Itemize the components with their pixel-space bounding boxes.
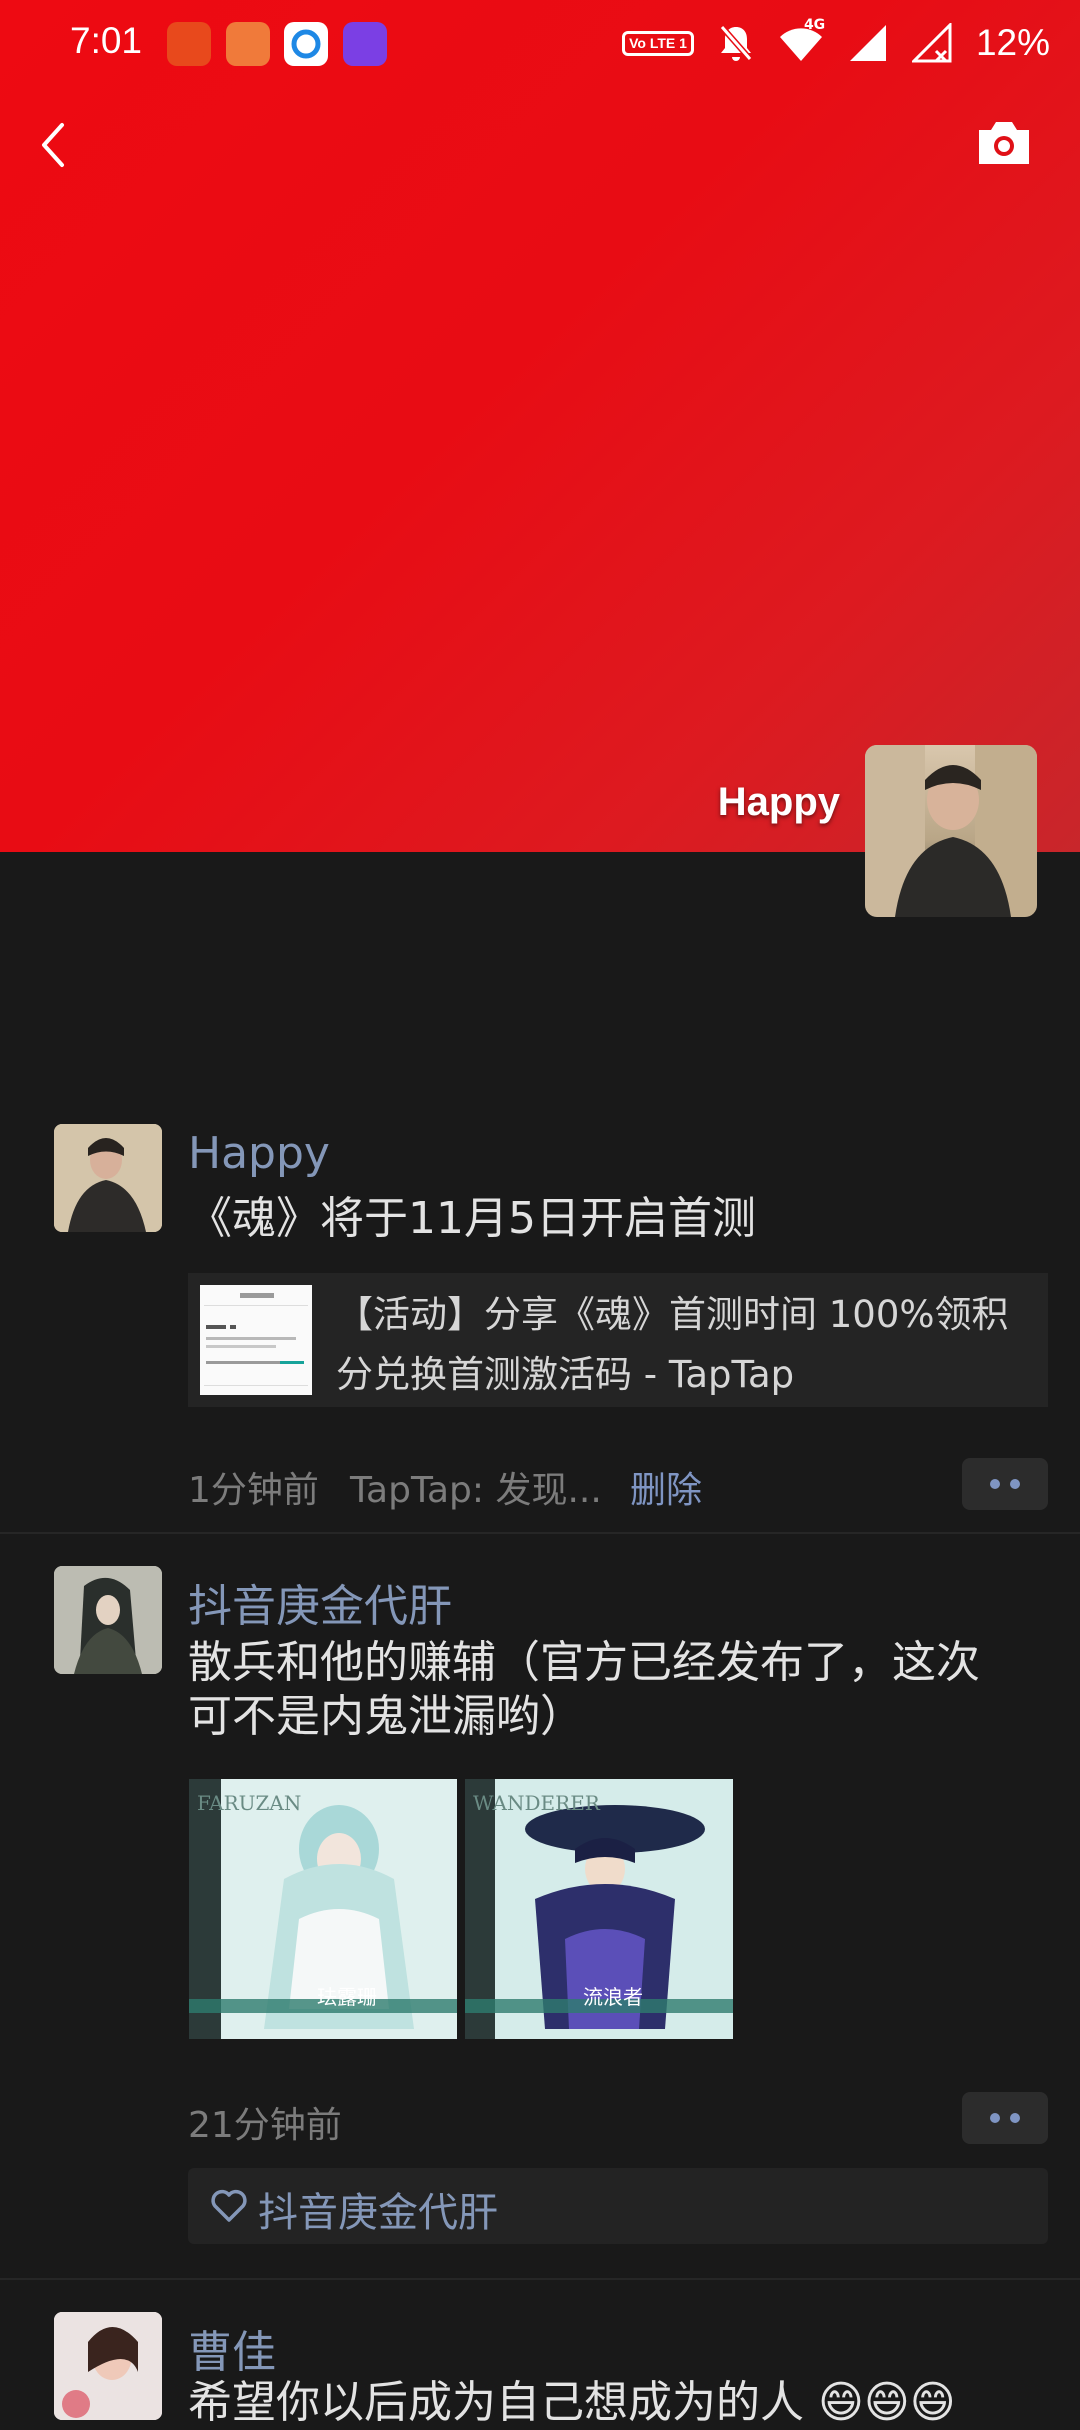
liker-name[interactable]: 抖音庚金代肝 [258,2180,498,2238]
dot-icon [1010,1479,1020,1489]
app-notification-icon [167,22,211,66]
shared-link-card[interactable]: 【活动】分享《魂》首测时间 100%领积分兑换首测激活码 - TapTap [188,1273,1048,1407]
battery-level: 12% [975,22,1050,63]
profile-name[interactable]: Happy [718,780,840,825]
app-notification-icon [343,22,387,66]
post-time: 1分钟前 [188,1470,319,1511]
status-time: 7:01 [70,20,143,61]
signal-icon [849,25,886,61]
character-label: FARUZAN [197,1791,302,1815]
post-username[interactable]: 抖音庚金代肝 [188,1570,452,1634]
post-text: 《魂》将于11月5日开启首测 [188,1193,756,1244]
avatar[interactable] [54,1124,162,1232]
post-image[interactable]: FARUZAN 珐露珊 [189,1779,457,2039]
avatar[interactable] [54,1566,162,1674]
more-options-button[interactable] [962,1458,1048,1510]
post-text: 散兵和他的赚辅（官方已经发布了，这次可不是内鬼泄漏哟） [188,1637,980,1742]
character-label: WANDERER [473,1791,600,1815]
volte-icon: Vo LTE 1 [622,30,694,56]
cover-image[interactable] [0,0,1080,852]
character-name: 珐露珊 [317,1985,377,2009]
post-source[interactable]: TapTap: 发现... [350,1461,602,1513]
signal-off-icon [911,23,952,63]
wifi-icon: 4G [778,17,825,63]
post-username[interactable]: Happy [188,1128,330,1179]
delete-link[interactable]: 删除 [630,1461,702,1513]
camera-icon [979,122,1029,164]
avatar[interactable] [54,2312,162,2420]
profile-avatar[interactable] [865,745,1037,917]
dot-icon [990,1479,1000,1489]
post-username[interactable]: 曹佳 [188,2316,276,2380]
heart-icon [211,2189,247,2222]
app-notification-icon [284,22,328,66]
post-image[interactable]: WANDERER 流浪者 [465,1779,733,2039]
status-bar: 7:01 Vo LTE 1 4G 12% [0,0,1080,90]
mute-bell-icon [719,25,753,61]
app-notification-icon [226,22,270,66]
link-thumbnail [200,1285,312,1395]
more-options-button[interactable] [962,2092,1048,2144]
camera-button[interactable] [975,118,1033,168]
post-text: 希望你以后成为自己想成为的人 😄😄😄 [188,2377,956,2428]
character-name: 流浪者 [583,1985,643,2009]
link-title: 【活动】分享《魂》首测时间 100%领积分兑换首测激活码 - TapTap [336,1293,1009,1396]
likes-bar[interactable]: 抖音庚金代肝 [188,2168,1048,2244]
divider [0,1532,1080,1534]
chevron-left-icon [42,123,64,167]
dot-icon [1010,2113,1020,2123]
post-time: 21分钟前 [188,2105,342,2146]
divider [0,2278,1080,2280]
dot-icon [990,2113,1000,2123]
back-button[interactable] [30,115,76,175]
